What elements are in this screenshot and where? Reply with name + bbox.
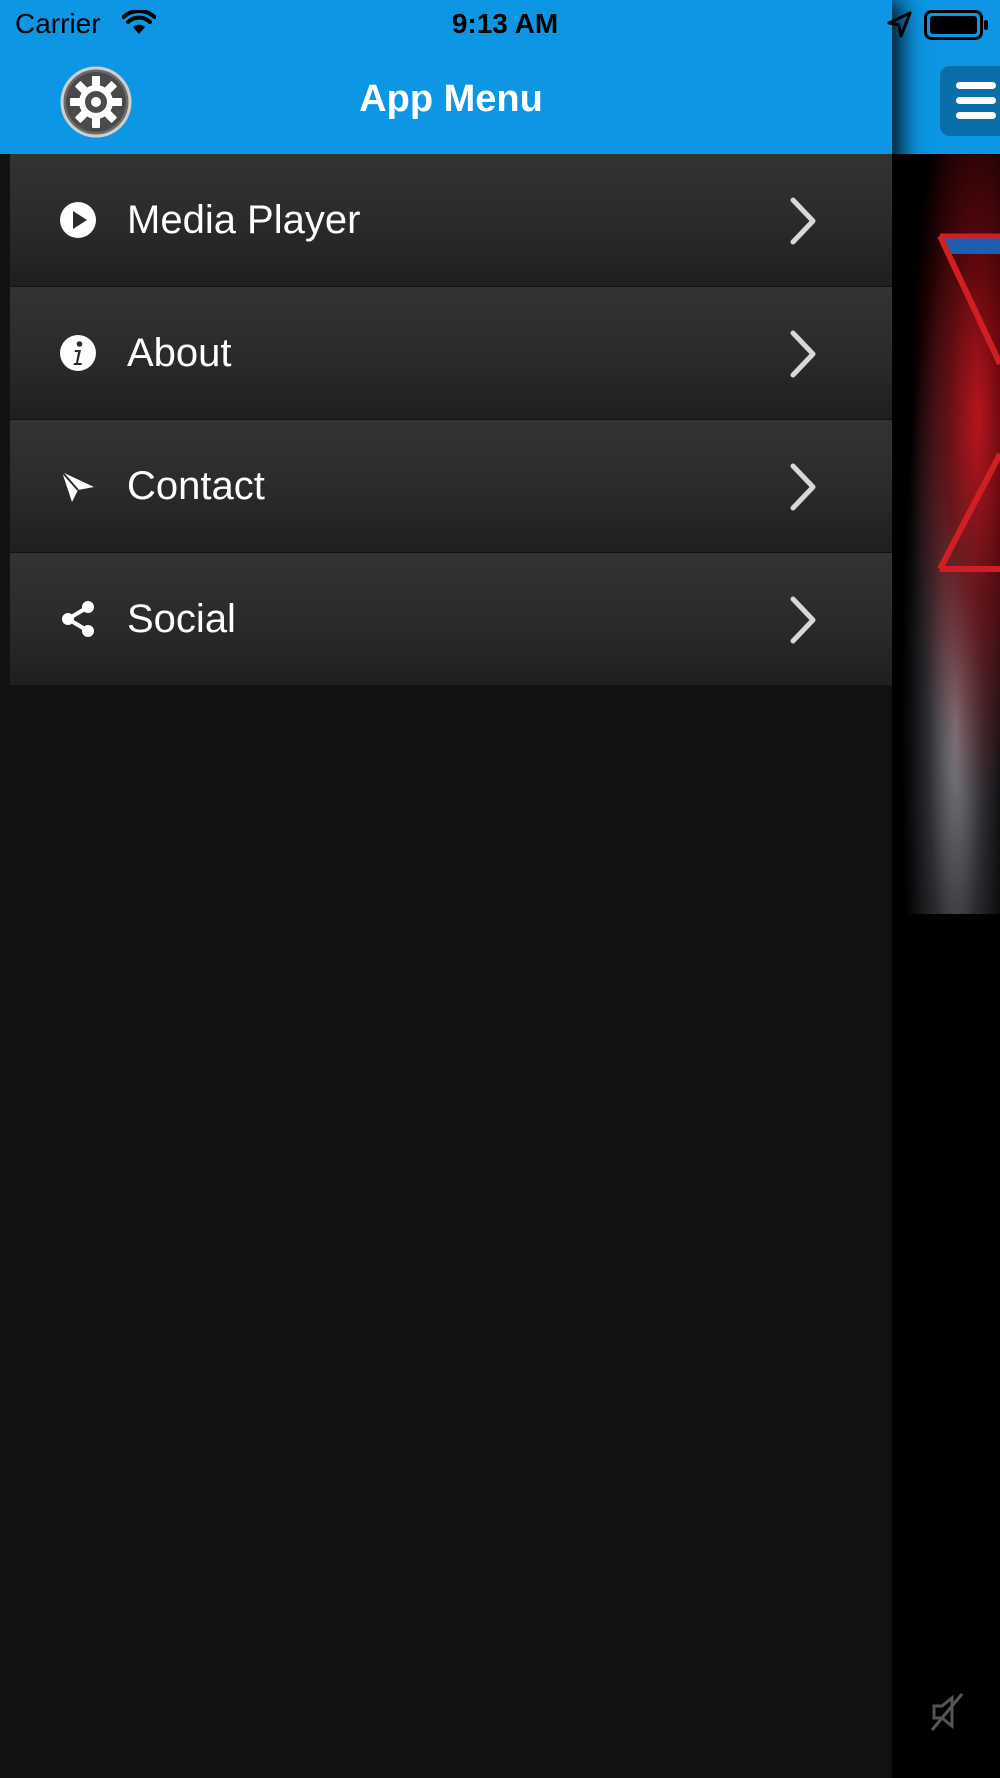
- hamburger-bar: [956, 97, 996, 104]
- menu-list: Media Player About Contact Social: [10, 154, 892, 686]
- paper-plane-icon: [61, 471, 94, 502]
- menu-item-label: About: [127, 331, 232, 375]
- hamburger-menu-button[interactable]: [940, 66, 1000, 136]
- chevron-right-icon: [790, 463, 816, 511]
- status-time: 9:13 AM: [451, 8, 559, 39]
- drawer-title: App Menu: [359, 78, 543, 120]
- chevron-right-icon: [790, 197, 816, 245]
- menu-item-label: Contact: [127, 464, 265, 508]
- share-icon: [62, 601, 94, 637]
- menu-item-about[interactable]: About: [10, 287, 892, 420]
- menu-item-label: Media Player: [127, 198, 361, 242]
- background-artwork: [890, 154, 1000, 914]
- info-circle-icon: [60, 335, 96, 371]
- mute-icon[interactable]: [928, 1690, 968, 1734]
- logo-fragment: [937, 233, 1000, 572]
- chevron-right-icon: [790, 596, 816, 644]
- hamburger-bar: [956, 112, 996, 119]
- chevron-right-icon: [790, 330, 816, 378]
- play-circle-icon: [60, 202, 96, 238]
- battery-icon: [924, 10, 988, 40]
- menu-item-media-player[interactable]: Media Player: [10, 154, 892, 287]
- status-bar: Carrier 9:13 AM: [0, 0, 1000, 50]
- hamburger-bar: [956, 82, 996, 89]
- menu-item-social[interactable]: Social: [10, 553, 892, 686]
- menu-item-label: Social: [127, 597, 236, 641]
- side-drawer: App Menu Media Player About Contact Soci…: [0, 0, 892, 1778]
- menu-item-contact[interactable]: Contact: [10, 420, 892, 553]
- app-screen: App Menu Media Player About Contact Soci…: [0, 0, 1000, 1778]
- location-arrow-icon: [887, 11, 912, 38]
